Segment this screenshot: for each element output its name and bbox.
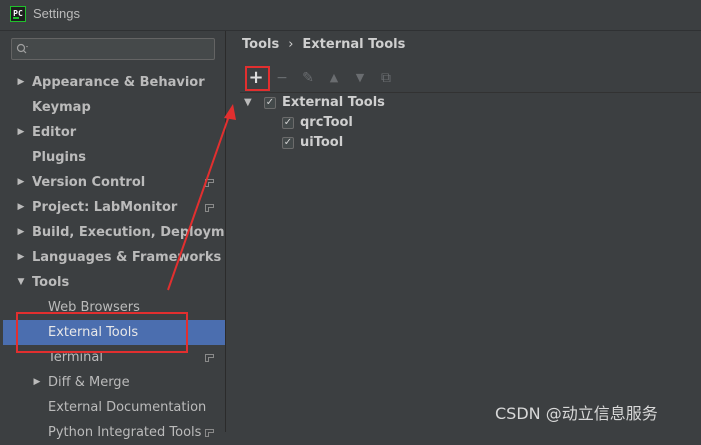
annotation-arrow — [167, 104, 236, 291]
watermark: CSDN @动立信息服务 — [495, 404, 658, 423]
